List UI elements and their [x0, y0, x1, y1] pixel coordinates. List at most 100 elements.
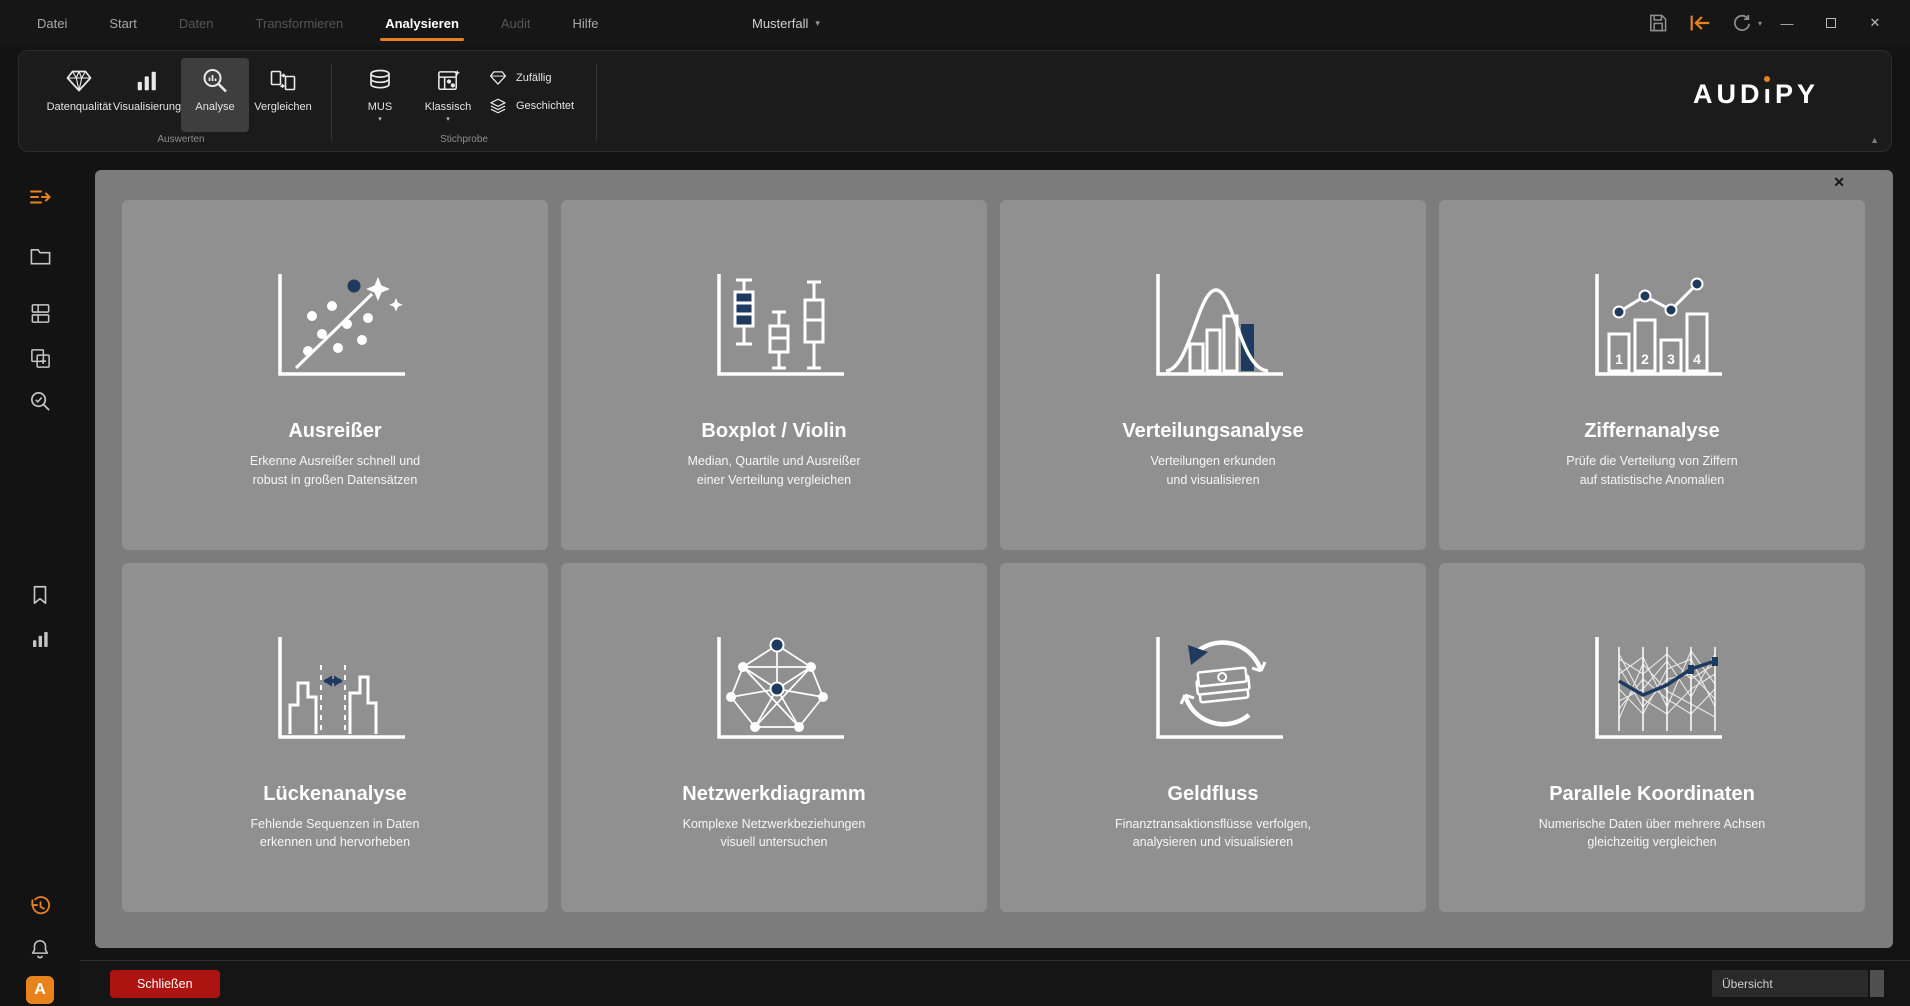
- bar-chart-icon: [132, 66, 162, 96]
- close-window-button[interactable]: ✕: [1856, 0, 1894, 46]
- money-flow-icon: [1128, 615, 1298, 763]
- magnifier-chart-icon: [200, 66, 230, 96]
- card-subtitle: Median, Quartile und Ausreißer einer Ver…: [687, 454, 861, 487]
- view-status-dropdown[interactable]: Übersicht: [1712, 970, 1868, 997]
- duplicate-table-icon[interactable]: [0, 345, 80, 371]
- app-logo-badge[interactable]: A: [26, 976, 54, 1004]
- ribbon-group-auswerten: Datenqualität Visualisierung Analyse Ver…: [39, 58, 323, 151]
- ribbon-small-button-stack: Zufällig Geschichtet: [482, 58, 582, 133]
- digit-bars-icon: 1 2 3 4: [1567, 252, 1737, 400]
- card-ziffernanalyse[interactable]: 1 2 3 4 Ziffernanalyse Prüfe die Verteil…: [1439, 200, 1865, 550]
- logo-letter-i: ı: [1763, 76, 1775, 109]
- left-sidebar: A: [0, 150, 80, 1006]
- svg-text:3: 3: [1667, 351, 1675, 367]
- card-subtitle: Komplexe Netzwerkbeziehungen visuell unt…: [682, 816, 866, 850]
- sidebar-expand-icon[interactable]: [0, 184, 80, 210]
- card-subtitle: Erkenne Ausreißer schnell und robust in …: [249, 454, 421, 487]
- card-ausreisser[interactable]: Ausreißer Erkenne Ausreißer schnell und …: [122, 200, 548, 550]
- ribbon-button-visualisierung[interactable]: Visualisierung: [113, 58, 181, 132]
- tables-icon[interactable]: [0, 300, 80, 326]
- parallel-coordinates-icon: [1567, 615, 1737, 763]
- menu-hilfe[interactable]: Hilfe: [552, 0, 620, 46]
- panel-close-icon[interactable]: ✕: [1833, 174, 1845, 191]
- cards-grid: Ausreißer Erkenne Ausreißer schnell und …: [122, 200, 1865, 912]
- bell-icon[interactable]: [0, 936, 80, 962]
- coins-icon: [365, 66, 395, 96]
- layers-icon: [488, 96, 507, 115]
- search-check-icon[interactable]: [0, 388, 80, 414]
- titlebar-actions: ▾ — ✕: [1629, 0, 1910, 46]
- menu-audit[interactable]: Audit: [480, 0, 552, 46]
- card-subtitle: Finanztransaktionsflüsse verfolgen, anal…: [1115, 816, 1311, 850]
- maximize-button[interactable]: [1812, 0, 1850, 46]
- card-boxplot-violin[interactable]: Boxplot / Violin Median, Quartile und Au…: [561, 200, 987, 550]
- card-title: Verteilungsanalyse: [1122, 420, 1304, 442]
- folder-icon[interactable]: [0, 243, 80, 269]
- dropdown-caret-icon: ▾: [378, 116, 382, 123]
- undo-icon[interactable]: [1729, 10, 1755, 36]
- audipy-logo: AUD ı PY: [1692, 76, 1819, 110]
- card-verteilungsanalyse[interactable]: Verteilungsanalyse Verteilungen erkunden…: [1000, 200, 1426, 550]
- ribbon-button-analyse[interactable]: Analyse: [181, 58, 249, 132]
- ribbon-group-label: Stichprobe: [440, 134, 488, 145]
- case-selector-dropdown[interactable]: Musterfall ▾: [752, 0, 820, 46]
- minimize-button[interactable]: —: [1768, 0, 1806, 46]
- ribbon-collapse-icon[interactable]: ▲: [1870, 135, 1879, 145]
- ribbon-button-label: Klassisch: [424, 101, 472, 113]
- menu-datei[interactable]: Datei: [16, 0, 88, 46]
- card-subtitle: Numerische Daten über mehrere Achsen gle…: [1538, 816, 1766, 850]
- gem-small-icon: [488, 68, 507, 87]
- menu-start[interactable]: Start: [88, 0, 157, 46]
- ribbon-button-zufaellig[interactable]: Zufällig: [488, 68, 574, 87]
- ribbon-button-vergleichen[interactable]: Vergleichen: [249, 58, 317, 132]
- dropdown-caret-icon: ▾: [446, 116, 450, 123]
- card-parallele-koordinaten[interactable]: Parallele Koordinaten Numerische Daten ü…: [1439, 562, 1865, 912]
- boxplot-icon: [689, 252, 859, 400]
- menubar: Datei Start Daten Transformieren Analysi…: [16, 0, 620, 46]
- svg-text:2: 2: [1641, 351, 1649, 367]
- menu-analysieren[interactable]: Analysieren: [364, 0, 480, 46]
- card-title: Netzwerkdiagramm: [682, 782, 866, 805]
- scrollbar-grip[interactable]: [1870, 970, 1884, 997]
- compare-documents-icon: [268, 66, 298, 96]
- card-title: Ausreißer: [288, 420, 382, 442]
- ribbon-button-geschichtet[interactable]: Geschichtet: [488, 96, 574, 115]
- logo-text: PY: [1774, 79, 1819, 109]
- chart-icon[interactable]: [0, 626, 80, 652]
- menu-daten[interactable]: Daten: [158, 0, 235, 46]
- menu-transformieren[interactable]: Transformieren: [235, 0, 365, 46]
- undo-dropdown-caret[interactable]: ▾: [1758, 19, 1762, 28]
- logo-text: AUD: [1692, 79, 1764, 109]
- back-arrow-icon[interactable]: [1687, 10, 1713, 36]
- svg-text:4: 4: [1693, 351, 1701, 367]
- gap-analysis-icon: [250, 615, 420, 763]
- schliessen-button[interactable]: Schließen: [110, 969, 220, 998]
- card-geldfluss[interactable]: Geldfluss Finanztransaktionsflüsse verfo…: [1000, 562, 1426, 912]
- card-title: Lückenanalyse: [263, 782, 407, 805]
- ribbon-button-label: Geschichtet: [516, 99, 575, 112]
- classic-sample-icon: [433, 66, 463, 96]
- ribbon-button-label: Vergleichen: [254, 101, 312, 113]
- card-netzwerkdiagramm[interactable]: Netzwerkdiagramm Komplexe Netzwerkbezieh…: [561, 562, 987, 912]
- ribbon-group-stichprobe: MUS ▾ Klassisch ▾ Zufällig Geschichtet S…: [340, 58, 588, 151]
- network-graph-icon: [689, 615, 859, 763]
- card-subtitle: Fehlende Sequenzen in Daten erkennen und…: [250, 816, 420, 850]
- diamond-icon: [64, 66, 94, 96]
- ribbon-separator: [596, 64, 598, 141]
- ribbon-button-label: Datenqualität: [46, 101, 112, 113]
- ribbon-button-datenqualitaet[interactable]: Datenqualität: [45, 58, 113, 132]
- bottombar: Schließen Übersicht: [80, 960, 1910, 1006]
- card-lueckenanalyse[interactable]: Lückenanalyse Fehlende Sequenzen in Date…: [122, 562, 548, 912]
- save-icon[interactable]: [1645, 10, 1671, 36]
- ribbon-separator: [331, 64, 332, 141]
- case-selector-label: Musterfall: [752, 15, 809, 31]
- ribbon-button-mus[interactable]: MUS ▾: [346, 58, 414, 132]
- card-title: Parallele Koordinaten: [1549, 782, 1755, 805]
- analysis-panel: ✕ Ausreißer Erkenne Ausreißer schnell un…: [95, 170, 1893, 948]
- ribbon-button-label: Analyse: [195, 101, 235, 113]
- card-title: Ziffernanalyse: [1584, 420, 1720, 442]
- bookmark-icon[interactable]: [0, 582, 80, 608]
- ribbon-button-label: Visualisierung: [112, 101, 182, 113]
- history-icon[interactable]: [0, 893, 80, 919]
- ribbon-button-klassisch[interactable]: Klassisch ▾: [414, 58, 482, 132]
